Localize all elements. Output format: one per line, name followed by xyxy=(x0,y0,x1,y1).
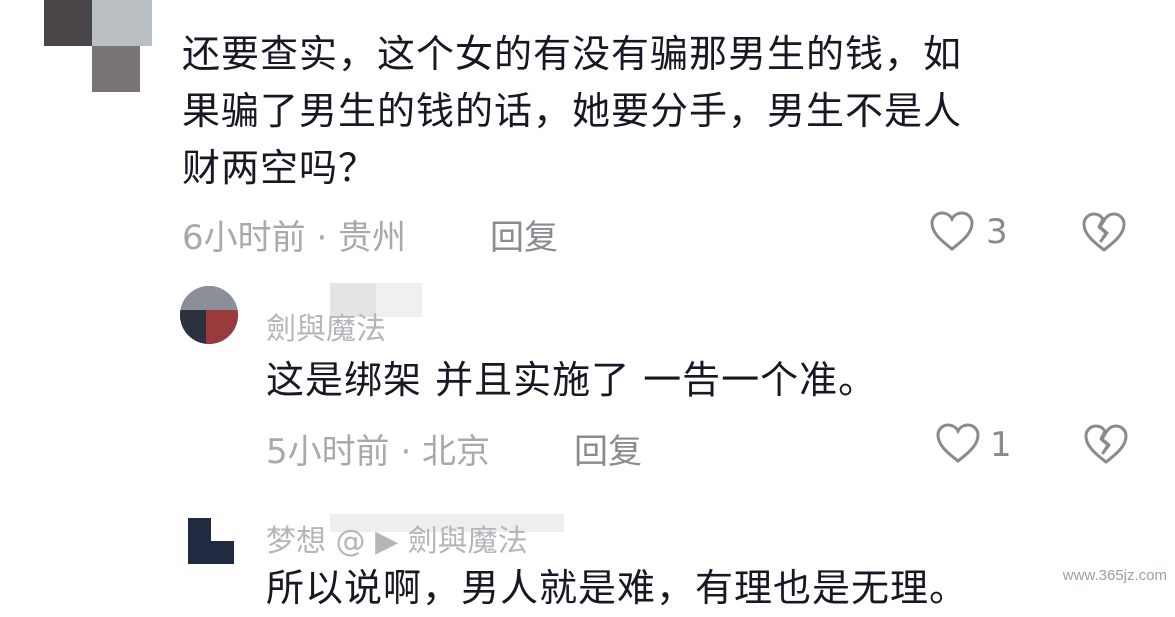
avatar-top[interactable] xyxy=(44,0,152,92)
comment-time-location: 5小时前 · 北京 xyxy=(266,432,491,472)
like-button[interactable] xyxy=(935,422,981,464)
avatar[interactable] xyxy=(188,518,234,564)
reply-button[interactable]: 回复 xyxy=(574,424,642,473)
like-count: 1 xyxy=(990,425,1012,465)
avatar[interactable] xyxy=(180,286,238,344)
watermark: www.365jz.com xyxy=(1062,567,1167,584)
avatar-pixel xyxy=(92,0,152,46)
broken-heart-icon xyxy=(1082,212,1126,252)
avatar-pixel xyxy=(206,310,238,344)
comment-username[interactable]: 梦想 @ ▶ 劍與魔法 xyxy=(266,516,528,560)
comment-text-line: 还要查实，这个女的有没有骗那男生的钱，如 xyxy=(182,32,963,76)
reply-button[interactable]: 回复 xyxy=(490,210,558,259)
like-count: 3 xyxy=(986,212,1008,252)
avatar-pixel xyxy=(44,0,92,46)
dislike-button[interactable] xyxy=(1080,210,1128,254)
comment-text-line: 果骗了男生的钱的话，她要分手，男生不是人 xyxy=(182,89,963,133)
comment-text-line: 财两空吗？ xyxy=(182,146,378,190)
heart-outline-icon xyxy=(936,423,980,463)
dislike-button[interactable] xyxy=(1082,422,1130,466)
avatar-pixel xyxy=(211,518,234,541)
comment-text: 所以说啊，男人就是难，有理也是无理。 xyxy=(266,566,969,610)
comment-text: 这是绑架 并且实施了 一告一个准。 xyxy=(266,358,878,402)
like-button[interactable] xyxy=(929,210,975,252)
avatar-pixel xyxy=(180,286,238,310)
avatar-pixel xyxy=(92,46,140,92)
comment-username[interactable]: 劍與魔法 xyxy=(266,304,386,348)
broken-heart-icon xyxy=(1084,424,1128,464)
heart-outline-icon xyxy=(930,211,974,251)
avatar-pixel xyxy=(180,310,206,344)
comment-time-location: 6小时前 · 贵州 xyxy=(182,218,407,258)
